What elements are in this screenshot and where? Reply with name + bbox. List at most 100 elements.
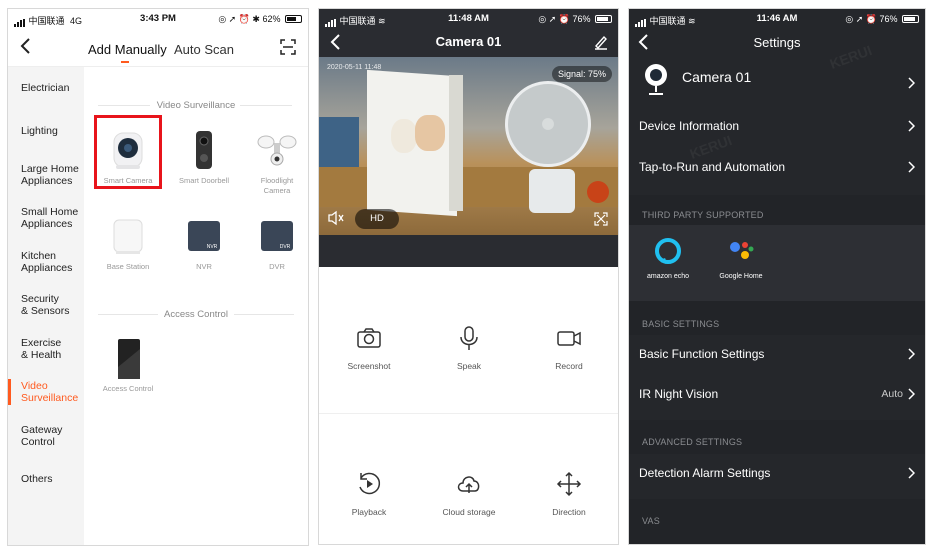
page-title: Settings	[753, 35, 801, 50]
tab-auto-scan[interactable]: Auto Scan	[174, 42, 234, 57]
sidebar-item-exercise[interactable]: Exercise & Health	[21, 337, 61, 361]
status-icons: ◎ ➚ ⏰ ✱	[218, 14, 263, 24]
add-device-screen: 中国联通 4G 3:43 PM ◎ ➚ ⏰ ✱ 62% Add Manually…	[7, 8, 309, 546]
sidebar-item-small-home[interactable]: Small Home Appliances	[21, 206, 78, 230]
dvr-icon: DVR	[255, 215, 299, 259]
sidebar-active-indicator	[8, 379, 11, 405]
amazon-echo-item[interactable]: amazon echo	[645, 237, 691, 280]
sidebar-item-security[interactable]: Security & Sensors	[21, 293, 69, 317]
chevron-right-icon	[908, 161, 915, 173]
row-label: Tap-to-Run and Automation	[639, 160, 786, 174]
back-chevron-icon[interactable]	[18, 37, 34, 55]
status-right: ◎ ➚ ⏰ 76%	[845, 14, 919, 25]
edit-pencil-icon[interactable]	[594, 34, 608, 50]
microphone-icon	[460, 326, 478, 350]
row-label: Device Information	[639, 119, 740, 133]
signal-badge: Signal: 75%	[551, 66, 612, 82]
fullscreen-icon[interactable]	[594, 212, 608, 226]
video-scene	[449, 75, 463, 211]
cloud-storage-button[interactable]: Cloud storage	[429, 471, 509, 517]
device-floodlight-camera[interactable]: Floodlight Camera	[240, 129, 308, 196]
section-title-vas: VAS	[642, 516, 660, 526]
direction-button[interactable]: Direction	[529, 471, 609, 517]
tab-add-manually[interactable]: Add Manually	[88, 42, 167, 57]
third-party-label: amazon echo	[646, 273, 690, 280]
camera-device-icon	[645, 64, 667, 95]
status-bar: 中国联通 4G 3:43 PM ◎ ➚ ⏰ ✱ 62%	[8, 9, 308, 29]
live-video-feed[interactable]: 2020-05-11 11:48 Signal: 75% HD	[319, 57, 618, 235]
chevron-right-icon	[908, 120, 915, 132]
camera-settings-screen: KERUI KERUI KERUI KERUI 中国联通 ≋ 11:46 AM …	[628, 8, 926, 545]
status-bar: 中国联通 ≋ 11:46 AM ◎ ➚ ⏰ 76%	[629, 9, 925, 29]
floodlight-icon	[255, 129, 299, 173]
basic-function-row[interactable]: Basic Function Settings	[629, 335, 925, 373]
video-scene	[529, 169, 575, 213]
speak-button[interactable]: Speak	[429, 325, 509, 371]
device-grid: Video Surveillance Smart Camera Smart Do…	[84, 67, 308, 545]
sidebar-item-others[interactable]: Others	[21, 473, 53, 485]
sidebar-item-large-home[interactable]: Large Home Appliances	[21, 163, 79, 187]
video-camera-icon	[557, 331, 581, 346]
top-nav: Add Manually Auto Scan	[8, 29, 308, 67]
mute-speaker-icon[interactable]	[327, 210, 345, 226]
sidebar-item-electrician[interactable]: Electrician	[21, 82, 69, 94]
playback-button[interactable]: Playback	[329, 471, 409, 517]
chevron-right-icon	[908, 467, 915, 479]
third-party-label: Google Home	[719, 273, 763, 280]
tap-to-run-row[interactable]: Tap-to-Run and Automation	[629, 148, 925, 186]
playback-icon	[359, 472, 381, 495]
battery-icon	[902, 15, 919, 23]
device-dvr[interactable]: DVR DVR	[240, 215, 308, 272]
google-assistant-icon	[730, 242, 754, 259]
svg-text:NVR: NVR	[207, 244, 218, 250]
status-right: ◎ ➚ ⏰ 76%	[538, 14, 612, 25]
section-band	[629, 301, 925, 335]
device-information-row[interactable]: Device Information	[629, 107, 925, 145]
sidebar-item-gateway[interactable]: Gateway Control	[21, 424, 62, 448]
quality-toggle-button[interactable]: HD	[355, 209, 399, 229]
google-home-item[interactable]: Google Home	[715, 237, 767, 280]
video-timestamp: 2020-05-11 11:48	[327, 64, 382, 71]
device-smart-doorbell[interactable]: Smart Doorbell	[167, 129, 241, 186]
row-label: IR Night Vision	[639, 387, 719, 401]
selection-highlight	[94, 115, 162, 189]
battery-icon	[285, 15, 302, 23]
sidebar-item-kitchen[interactable]: Kitchen Appliances	[21, 250, 72, 274]
sidebar-item-lighting[interactable]: Lighting	[21, 125, 58, 137]
row-label: Basic Function Settings	[639, 347, 765, 361]
video-scene	[505, 81, 591, 167]
status-icons: ◎ ➚ ⏰	[538, 14, 573, 24]
device-access-control[interactable]: Access Control	[91, 337, 165, 394]
video-scene	[391, 119, 417, 153]
device-nvr[interactable]: NVR NVR	[167, 215, 241, 272]
scan-icon[interactable]	[280, 39, 296, 55]
direction-arrows-icon	[556, 471, 582, 497]
chevron-right-icon	[908, 388, 915, 400]
svg-text:DVR: DVR	[280, 244, 291, 250]
device-name: Camera 01	[682, 69, 752, 85]
nvr-icon: NVR	[182, 215, 226, 259]
status-icons: ◎ ➚ ⏰	[845, 14, 880, 24]
camera-icon	[357, 328, 381, 348]
device-base-station[interactable]: Base Station	[91, 215, 165, 272]
detection-alarm-row[interactable]: Detection Alarm Settings	[629, 454, 925, 492]
divider	[234, 314, 294, 315]
ir-night-value: Auto	[881, 388, 903, 400]
tab-underline	[121, 61, 129, 63]
access-control-icon	[106, 337, 150, 381]
alexa-icon	[655, 238, 681, 264]
screenshot-button[interactable]: Screenshot	[329, 325, 409, 371]
camera-live-screen: 中国联通 ≋ 11:48 AM ◎ ➚ ⏰ 76% Camera 01 2020…	[318, 8, 619, 545]
ir-night-vision-row[interactable]: IR Night Vision Auto	[629, 375, 925, 413]
section-title-third-party: THIRD PARTY SUPPORTED	[642, 210, 764, 220]
base-station-icon	[106, 215, 150, 259]
record-button[interactable]: Record	[529, 325, 609, 371]
divider	[319, 413, 618, 414]
device-header-row[interactable]: Camera 01	[629, 57, 925, 107]
divider	[240, 105, 292, 106]
sidebar-item-video-surveillance[interactable]: Video Surveillance	[21, 380, 78, 404]
section-band	[629, 499, 925, 544]
section-title-basic: BASIC SETTINGS	[642, 319, 720, 329]
chevron-right-icon	[908, 348, 915, 360]
video-scene	[415, 115, 445, 151]
